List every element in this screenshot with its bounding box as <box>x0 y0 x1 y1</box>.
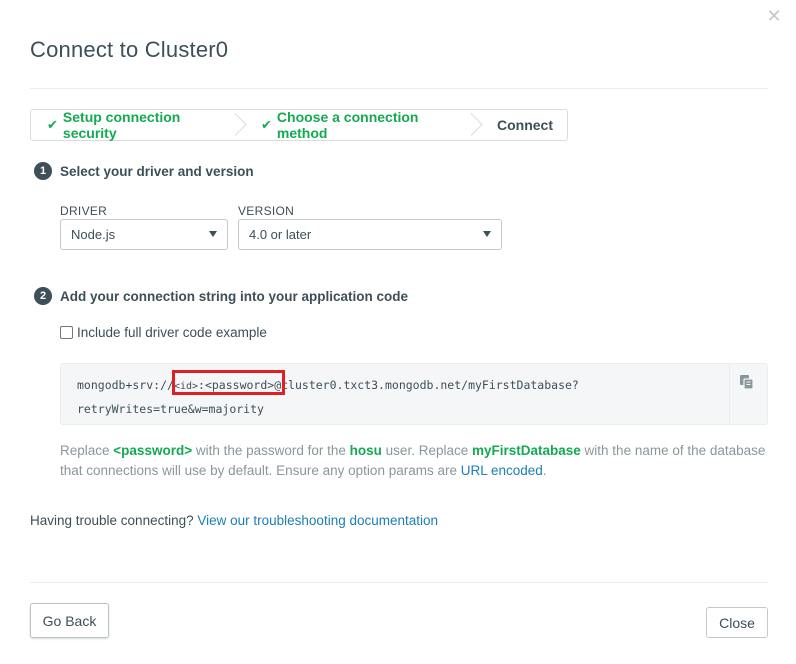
trouble-label: Having trouble connecting? <box>30 513 198 528</box>
step-label: Setup connection security <box>62 109 181 141</box>
modal-title: Connect to Cluster0 <box>30 37 229 62</box>
step-choose-connection-method[interactable]: ✔ Choose a connection method <box>243 109 479 141</box>
help-text-part: with the password for the <box>192 443 350 458</box>
step-label: Choose a connection method <box>276 109 419 141</box>
connection-help-text: Replace <password> with the password for… <box>60 441 770 481</box>
check-icon: ✔ <box>47 117 58 133</box>
password-placeholder-text: <password> <box>113 443 193 458</box>
caret-down-icon <box>209 231 217 237</box>
step-connect[interactable]: Connect <box>479 110 567 140</box>
step-label: Connect <box>497 117 553 133</box>
divider <box>30 582 768 583</box>
step-number-badge: 1 <box>34 162 52 180</box>
troubleshooting-text: Having trouble connecting? View our trou… <box>30 513 438 528</box>
code-password-placeholder: :<password> <box>198 378 275 392</box>
go-back-button[interactable]: Go Back <box>30 603 109 638</box>
close-icon[interactable]: ✕ <box>766 8 782 26</box>
section-title: Select your driver and version <box>60 163 254 179</box>
driver-value: Node.js <box>71 227 116 242</box>
version-label: VERSION <box>238 204 295 218</box>
code-user-placeholder: <id> <box>173 381 199 392</box>
divider <box>729 364 730 424</box>
section-connection-string-header: 2 Add your connection string into your a… <box>34 287 408 305</box>
section-driver-header: 1 Select your driver and version <box>34 162 254 180</box>
database-name-text: myFirstDatabase <box>471 443 581 458</box>
help-text-part: user. Replace <box>381 443 472 458</box>
connection-string[interactable]: mongodb+srv://<id>:<password>@cluster0.t… <box>77 374 717 421</box>
section-title: Add your connection string into your app… <box>60 288 409 304</box>
chevron-separator <box>235 109 251 141</box>
chevron-separator <box>471 109 487 141</box>
checkbox-label: Include full driver code example <box>77 325 267 340</box>
code-prefix: mongodb+srv:// <box>77 378 174 392</box>
username-text: hosu <box>349 443 382 458</box>
help-text-part: Replace <box>60 443 114 458</box>
wizard-steps: ✔ Setup connection security ✔ Choose a c… <box>30 109 568 141</box>
url-encoded-link[interactable]: URL encoded <box>461 463 543 478</box>
include-driver-code-option[interactable]: Include full driver code example <box>60 325 267 340</box>
include-driver-code-checkbox[interactable] <box>60 326 73 339</box>
check-icon: ✔ <box>261 117 272 133</box>
driver-label: DRIVER <box>60 204 108 218</box>
copy-icon[interactable] <box>739 374 757 392</box>
version-select[interactable]: 4.0 or later <box>238 219 502 250</box>
version-value: 4.0 or later <box>249 227 312 242</box>
caret-down-icon <box>483 231 491 237</box>
driver-select[interactable]: Node.js <box>60 219 228 250</box>
divider <box>30 88 768 89</box>
code-host: @cluster0.txct3.mongodb.net/myFirstDatab… <box>274 378 579 392</box>
step-setup-connection-security[interactable]: ✔ Setup connection security <box>31 109 243 141</box>
connection-string-box[interactable]: mongodb+srv://<id>:<password>@cluster0.t… <box>60 363 768 425</box>
help-text-part: . <box>542 463 547 478</box>
step-number-badge: 2 <box>34 287 52 305</box>
troubleshooting-docs-link[interactable]: View our troubleshooting documentation <box>197 513 438 528</box>
code-options: retryWrites=true&w=majority <box>77 402 264 416</box>
close-button[interactable]: Close <box>706 607 768 638</box>
